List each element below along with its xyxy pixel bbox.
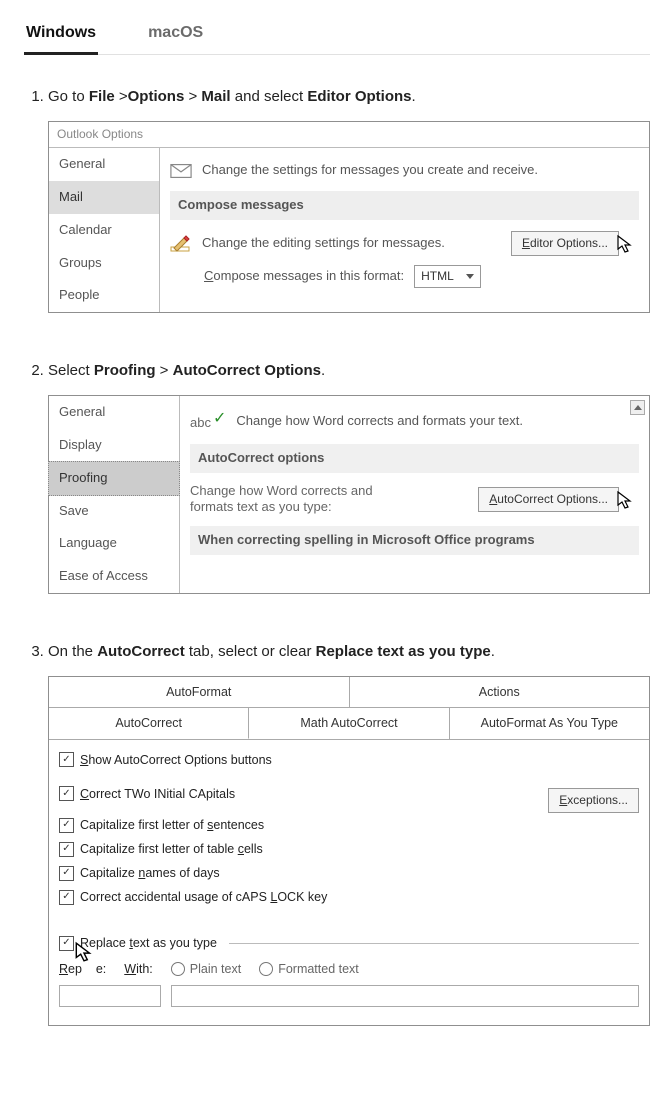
- compose-messages-heading: Compose messages: [170, 191, 639, 220]
- editing-settings-text: Change the editing settings for messages…: [202, 233, 445, 254]
- edit-pencil-icon: [170, 232, 192, 254]
- mail-description: Change the settings for messages you cre…: [202, 160, 538, 181]
- os-tab-bar: Windows macOS: [24, 18, 650, 55]
- tab-math-autocorrect[interactable]: Math AutoCorrect: [249, 708, 449, 739]
- category-item-ease[interactable]: Ease of Access: [49, 560, 179, 593]
- autocorrect-options-heading: AutoCorrect options: [190, 444, 639, 473]
- tab-autoformat-as-you-type[interactable]: AutoFormat As You Type: [450, 708, 649, 739]
- tab-autocorrect[interactable]: AutoCorrect: [49, 708, 249, 739]
- label-days-caps: Capitalize names of days: [80, 863, 220, 883]
- label-sentence-caps: Capitalize first letter of sentences: [80, 815, 264, 835]
- abc-check-icon: abc ✓: [190, 408, 226, 434]
- category-item-display[interactable]: Display: [49, 429, 179, 462]
- autocorrect-options-button[interactable]: AutoCorrect Options...: [478, 487, 619, 512]
- exceptions-button[interactable]: Exceptions...: [548, 788, 639, 813]
- category-list: General Mail Calendar Groups People: [49, 148, 160, 312]
- with-label: With:: [124, 959, 153, 979]
- autocorrect-dialog: AutoFormat Actions AutoCorrect Math Auto…: [48, 676, 650, 1026]
- checkbox-show-options[interactable]: [59, 752, 74, 767]
- category-item-general[interactable]: General: [49, 148, 159, 181]
- tab-windows[interactable]: Windows: [24, 18, 98, 55]
- label-caps-lock: Correct accidental usage of cAPS LOCK ke…: [80, 887, 327, 907]
- category-item-calendar[interactable]: Calendar: [49, 214, 159, 247]
- spelling-heading: When correcting spelling in Microsoft Of…: [190, 526, 639, 555]
- category-item-general2[interactable]: General: [49, 396, 179, 429]
- checkbox-days-caps[interactable]: [59, 866, 74, 881]
- category-item-language[interactable]: Language: [49, 527, 179, 560]
- proofing-description: Change how Word corrects and formats you…: [236, 411, 523, 432]
- label-table-cell-caps: Capitalize first letter of table cells: [80, 839, 263, 859]
- tab-autoformat[interactable]: AutoFormat: [49, 677, 350, 707]
- envelope-icon: [170, 163, 192, 179]
- editor-category-list: General Display Proofing Save Language E…: [49, 396, 180, 593]
- label-show-options: Show AutoCorrect Options buttons: [80, 750, 272, 770]
- label-plain-text: Plain text: [190, 959, 241, 979]
- category-item-proofing[interactable]: Proofing: [48, 461, 180, 496]
- checkbox-replace-text[interactable]: [59, 936, 74, 951]
- checkbox-table-cell-caps[interactable]: [59, 842, 74, 857]
- scroll-up-button[interactable]: [630, 400, 645, 415]
- radio-formatted-text[interactable]: [259, 962, 273, 976]
- outlook-options-dialog: Outlook Options General Mail Calendar Gr…: [48, 121, 650, 313]
- editor-options-button[interactable]: Editor Options...: [511, 231, 619, 256]
- with-input[interactable]: [171, 985, 639, 1007]
- cursor-icon: [73, 941, 95, 969]
- step-1-text: Go to File >Options > Mail and select Ed…: [48, 88, 416, 105]
- tab-actions[interactable]: Actions: [350, 677, 650, 707]
- category-item-people[interactable]: People: [49, 279, 159, 312]
- radio-plain-text[interactable]: [171, 962, 185, 976]
- tab-macos[interactable]: macOS: [146, 18, 205, 54]
- compose-format-combo[interactable]: HTML: [414, 265, 481, 288]
- category-item-groups[interactable]: Groups: [49, 247, 159, 280]
- label-formatted-text: Formatted text: [278, 959, 359, 979]
- dialog-title: Outlook Options: [49, 122, 649, 148]
- step-3-text: On the AutoCorrect tab, select or clear …: [48, 643, 495, 660]
- cursor-icon: [615, 490, 635, 517]
- step-2-text: Select Proofing > AutoCorrect Options.: [48, 362, 325, 379]
- category-item-mail[interactable]: Mail: [49, 181, 159, 214]
- category-item-save[interactable]: Save: [49, 495, 179, 528]
- checkbox-sentence-caps[interactable]: [59, 818, 74, 833]
- label-replace-text: Replace text as you type: [80, 933, 217, 953]
- autocorrect-subdesc: Change how Word corrects and formats tex…: [190, 483, 400, 517]
- cursor-icon: [615, 234, 635, 261]
- editor-options-dialog: General Display Proofing Save Language E…: [48, 395, 650, 594]
- checkbox-two-initial-caps[interactable]: [59, 786, 74, 801]
- replace-input[interactable]: [59, 985, 161, 1007]
- compose-format-label: Compose messages in this format:: [204, 266, 404, 287]
- label-two-initial-caps: Correct TWo INitial CApitals: [80, 784, 235, 804]
- checkbox-caps-lock[interactable]: [59, 890, 74, 905]
